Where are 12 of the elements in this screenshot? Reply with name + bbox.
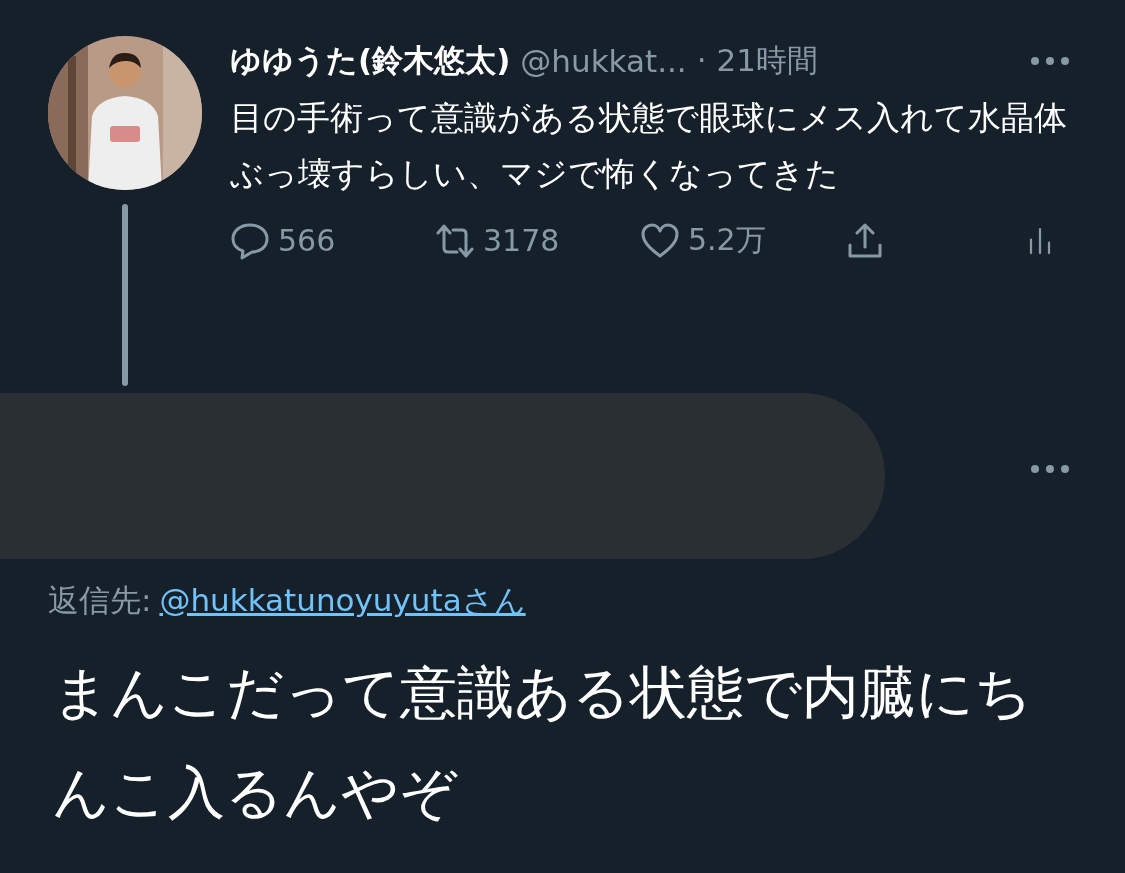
reply-text: まんこだって意識ある状態で内臓にちんこ入るんやぞ	[52, 658, 1033, 827]
user-handle[interactable]: @hukkat...	[520, 43, 687, 79]
reply-to-link[interactable]: @hukkatunoyuyutaさん	[159, 580, 526, 622]
more-icon[interactable]	[1030, 464, 1070, 474]
action-count: 5.2万	[688, 221, 766, 259]
reply-to-label: 返信先:	[48, 581, 152, 620]
tweet-text: 目の手術って意識がある状態で眼球にメス入れて水晶体ぶっ壊すらしい、マジで怖くなってきた	[230, 97, 1068, 195]
display-name[interactable]: ゆゆうた(鈴木悠太)	[230, 40, 511, 82]
action-count: 566	[278, 223, 336, 258]
more-icon[interactable]	[1030, 56, 1070, 66]
action-count: 3178	[483, 223, 560, 258]
tweet-time: · 21時間	[696, 41, 818, 80]
